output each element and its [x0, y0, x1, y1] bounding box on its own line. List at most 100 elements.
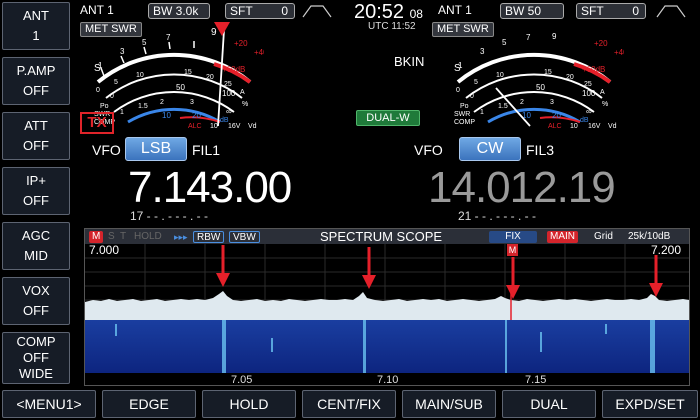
scope-display[interactable] — [85, 244, 689, 385]
scope-vbw-tag[interactable]: VBW — [229, 231, 260, 243]
scope-rbw-tag[interactable]: RBW — [193, 231, 225, 243]
cent-fix-button[interactable]: CENT/FIX — [302, 390, 396, 418]
scope-header: M S T HOLD ▸▸▸ RBW VBW SPECTRUM SCOPE FI… — [85, 229, 689, 244]
sub-meter-s5: 5 — [502, 38, 507, 47]
sub-meter-id-5: 5 — [474, 79, 478, 86]
sub-frequency[interactable]: 14.012.19 — [428, 166, 616, 210]
sub-meter-swr-2: 2 — [520, 99, 524, 106]
main-meter-id-20: 20 — [206, 74, 214, 81]
main-meter-s5: 5 — [142, 38, 147, 47]
att-button[interactable]: ATT OFF — [2, 112, 70, 160]
sub-filter-shape-icon — [656, 5, 686, 18]
menu1-button[interactable]: <MENU1> — [2, 390, 96, 418]
main-sub-readout: 17 - - . - - - . - - — [130, 209, 208, 223]
sub-meter-db60: +60dB — [582, 65, 605, 74]
main-filter-label[interactable]: FIL1 — [192, 142, 220, 158]
main-meter-s9: 9 — [211, 27, 217, 38]
sub-shift-value: 0 — [632, 4, 639, 18]
scope-tick-710: 7.10 — [377, 374, 399, 386]
main-frequency[interactable]: 7.143.00 — [128, 166, 292, 210]
dual-button[interactable]: DUAL — [502, 390, 596, 418]
sub-meter-vd-16: 16V — [588, 123, 601, 130]
comp-button-width: WIDE — [19, 366, 53, 381]
sub-filter-label[interactable]: FIL3 — [526, 142, 554, 158]
left-softkey-column: ANT 1 P.AMP OFF ATT OFF IP+ OFF AGC MID … — [0, 0, 72, 386]
main-mode-button[interactable]: LSB — [125, 137, 187, 161]
ant-button-value: 1 — [32, 28, 40, 43]
main-meter-id-5: 5 — [114, 79, 118, 86]
sub-shift[interactable]: SFT 0 — [576, 3, 646, 19]
spectrum-scope[interactable]: M S T HOLD ▸▸▸ RBW VBW SPECTRUM SCOPE FI… — [84, 228, 690, 386]
vox-button[interactable]: VOX OFF — [2, 277, 70, 325]
main-meter-comp-10: 10 — [162, 111, 171, 120]
ant-button-label: ANT — [23, 8, 49, 23]
sub-mode-button[interactable]: CW — [459, 137, 521, 161]
scope-arrows-icon: ▸▸▸ — [174, 232, 188, 242]
main-meter-vd-16: 16V — [228, 123, 241, 130]
scope-title: SPECTRUM SCOPE — [320, 229, 443, 244]
signal-arrow-icon — [362, 247, 376, 289]
sub-meter-vd-10: 10 — [570, 123, 578, 130]
main-meter-comp-20: 20 — [192, 111, 201, 120]
main-meter-s7: 7 — [166, 33, 171, 42]
sub-meter-alc: ALC — [548, 123, 562, 130]
sub-meter-db40: +40 — [614, 48, 624, 57]
expd-set-button[interactable]: EXPD/SET — [602, 390, 698, 418]
main-meter-alc: ALC — [188, 123, 202, 130]
main-meter-swr-1: 1 — [120, 109, 124, 116]
main-shift[interactable]: SFT 0 — [225, 3, 295, 19]
preamp-button-value: OFF — [23, 83, 49, 98]
sub-meter-swr-15: 1.5 — [498, 103, 508, 110]
scope-edge-low: 7.000 — [89, 243, 120, 257]
main-sub-button[interactable]: MAIN/SUB — [402, 390, 496, 418]
main-meter-swr-inf: ∞ — [226, 107, 232, 116]
ant-button[interactable]: ANT 1 — [2, 2, 70, 50]
main-meter-id-10: 10 — [136, 72, 144, 79]
sub-meter-id-10: 10 — [496, 72, 504, 79]
main-meter-db20: +20 — [234, 39, 248, 48]
agc-button[interactable]: AGC MID — [2, 222, 70, 270]
main-meter-db40: +40 — [254, 48, 264, 57]
main-shift-value: 0 — [281, 4, 288, 18]
preamp-button-label: P.AMP — [16, 63, 56, 78]
preamp-button[interactable]: P.AMP OFF — [2, 57, 70, 105]
scope-m-tag[interactable]: M — [89, 231, 104, 243]
sub-meter-id-15: 15 — [544, 69, 552, 76]
scope-main-tag[interactable]: MAIN — [547, 231, 578, 243]
scope-tick-705: 7.05 — [231, 374, 253, 386]
scope-fix-tag[interactable]: FIX — [489, 231, 537, 243]
ipplus-button-label: IP+ — [26, 173, 46, 188]
hold-button[interactable]: HOLD — [202, 390, 296, 418]
sub-meter-swr-3: 3 — [550, 99, 554, 106]
utc-time: UTC 11:52 — [368, 21, 416, 32]
main-meter-swr-3: 3 — [190, 99, 194, 106]
comp-button[interactable]: COMP OFF WIDE — [2, 332, 70, 384]
ipplus-button[interactable]: IP+ OFF — [2, 167, 70, 215]
att-button-value: OFF — [23, 138, 49, 153]
main-meter-id-0: 0 — [96, 87, 100, 94]
sub-meter-id-0: 0 — [456, 87, 460, 94]
main-filter-shape-icon — [302, 5, 332, 18]
main-meter-needle — [217, 29, 225, 127]
sub-meter-id-25: 25 — [584, 81, 592, 88]
sub-shift-label: SFT — [581, 4, 604, 18]
main-bandwidth[interactable]: BW 3.0k — [148, 3, 210, 19]
main-meter-s1: 1 — [98, 61, 103, 70]
main-meter-s3: 3 — [120, 47, 125, 56]
comp-button-label: COMP — [16, 334, 56, 349]
scope-hold-tag[interactable]: HOLD — [131, 231, 165, 243]
clock-hhmm: 20:52 — [354, 1, 405, 23]
main-meter-id-15: 15 — [184, 69, 192, 76]
edge-button[interactable]: EDGE — [102, 390, 196, 418]
main-meter-po-tag: Po — [100, 103, 109, 110]
main-meter-vd-10: 10 — [210, 123, 218, 130]
signal-arrow-icon — [649, 255, 663, 297]
scope-span: 25k/10dB — [628, 231, 671, 242]
main-meter-swr-15: 1.5 — [138, 103, 148, 110]
scope-s-tag: S — [108, 231, 115, 242]
sub-meter-s9: 9 — [552, 32, 557, 41]
sub-meter-po-50: 50 — [536, 83, 545, 92]
agc-button-value: MID — [24, 248, 48, 263]
dual-watch-indicator: DUAL-W — [356, 110, 420, 126]
sub-bandwidth[interactable]: BW 50 — [500, 3, 564, 19]
